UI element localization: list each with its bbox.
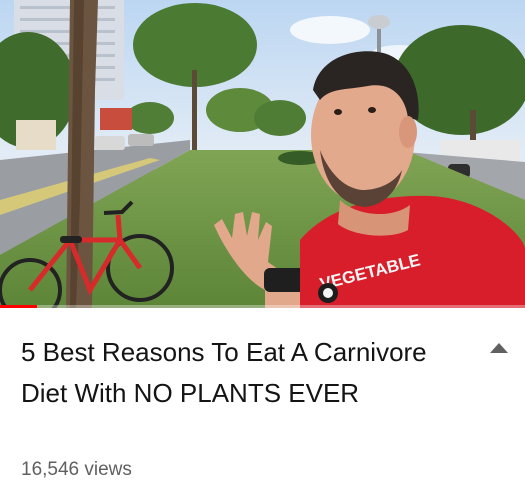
video-frame: VEGETABLE bbox=[0, 0, 525, 308]
expand-description-button[interactable] bbox=[484, 338, 514, 358]
view-count: 16,546 views bbox=[21, 459, 132, 480]
video-player[interactable]: VEGETABLE bbox=[0, 0, 525, 308]
video-info-panel: 5 Best Reasons To Eat A Carnivore Diet W… bbox=[0, 308, 525, 491]
chevron-up-icon bbox=[490, 343, 508, 353]
video-title: 5 Best Reasons To Eat A Carnivore Diet W… bbox=[21, 337, 427, 408]
